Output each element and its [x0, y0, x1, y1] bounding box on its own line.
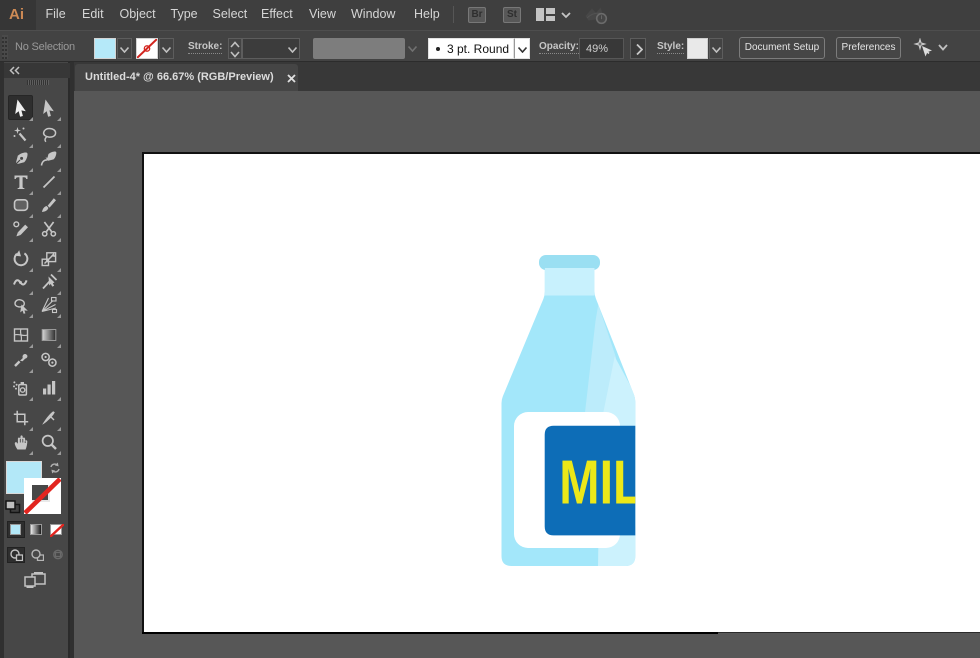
svg-text:MILK: MILK	[559, 448, 655, 517]
